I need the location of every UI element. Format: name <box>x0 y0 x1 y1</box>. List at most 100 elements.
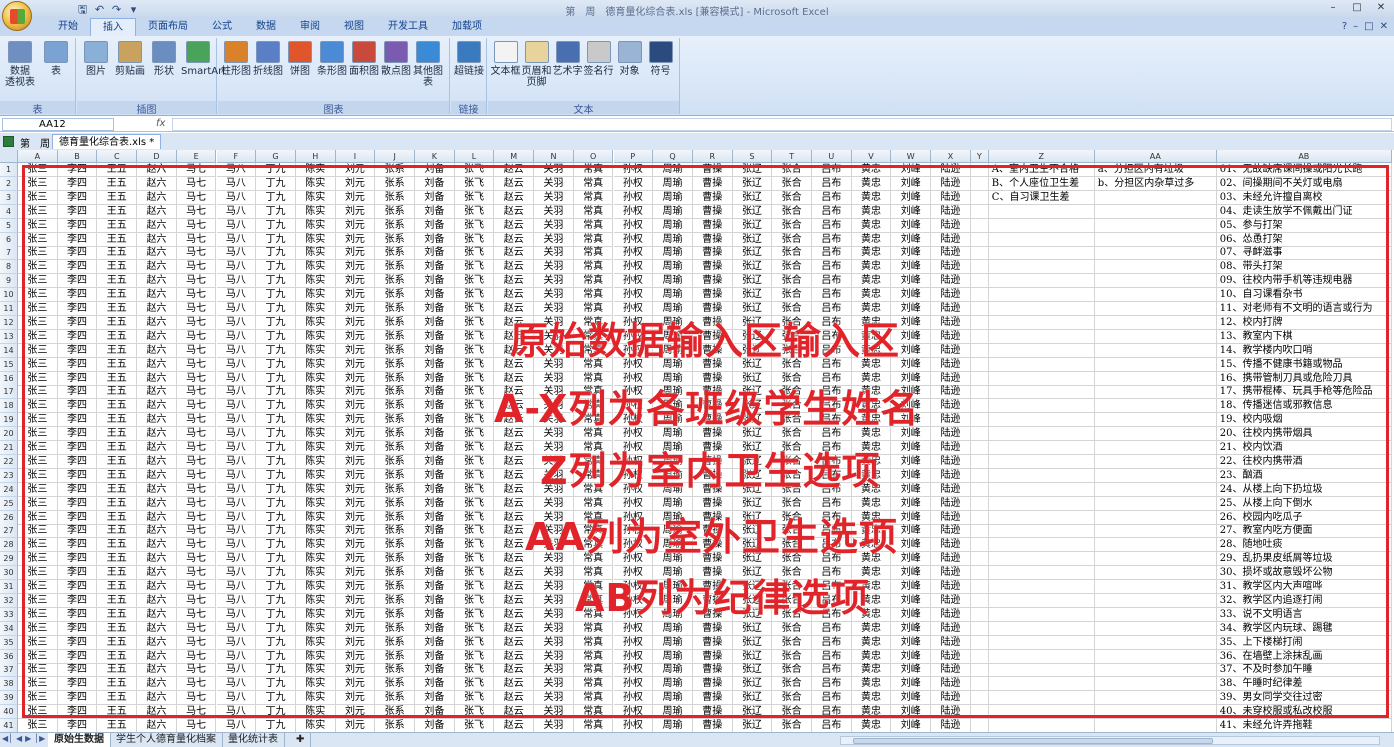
name-cell[interactable]: 王五 <box>97 399 138 414</box>
name-cell[interactable]: 丁九 <box>256 218 296 233</box>
name-cell[interactable]: 刘峰 <box>891 399 932 414</box>
name-cell[interactable]: 张辽 <box>732 302 773 316</box>
name-cell[interactable]: 刘元 <box>335 552 376 567</box>
row-header[interactable]: 40 <box>0 705 18 720</box>
empty-cell[interactable] <box>970 232 989 247</box>
row-header[interactable]: 22 <box>0 454 18 469</box>
name-cell[interactable]: 王五 <box>97 302 138 316</box>
name-cell[interactable]: 马七 <box>176 552 217 567</box>
empty-cell[interactable] <box>970 510 989 525</box>
name-cell[interactable]: 刘备 <box>415 204 455 219</box>
name-cell[interactable]: 赵云 <box>494 510 535 525</box>
name-cell[interactable]: 李四 <box>57 454 98 469</box>
row-header[interactable]: 12 <box>0 315 18 330</box>
name-cell[interactable]: 张合 <box>772 510 812 525</box>
name-cell[interactable]: 张系 <box>375 482 415 497</box>
tab-1[interactable]: 插入 <box>90 18 136 36</box>
name-cell[interactable]: 李四 <box>57 302 98 316</box>
name-cell[interactable]: 陆逊 <box>931 246 971 261</box>
ribbon-button-1-1[interactable]: 剪贴画 <box>113 41 147 77</box>
name-cell[interactable]: 马七 <box>176 468 217 483</box>
name-cell[interactable]: 刘峰 <box>891 705 932 720</box>
z-option-cell[interactable] <box>988 343 1095 358</box>
name-cell[interactable]: 关羽 <box>534 163 574 177</box>
name-cell[interactable]: 刘元 <box>335 496 376 511</box>
name-cell[interactable]: 张飞 <box>454 496 495 511</box>
name-cell[interactable]: 周瑜 <box>653 315 693 330</box>
aa-option-cell[interactable] <box>1094 302 1217 316</box>
name-cell[interactable]: 张辽 <box>732 385 773 400</box>
name-cell[interactable]: 赵云 <box>494 649 535 664</box>
name-cell[interactable]: 周瑜 <box>653 288 693 303</box>
name-cell[interactable]: 吕布 <box>812 399 852 414</box>
name-cell[interactable]: 关羽 <box>534 441 574 455</box>
aa-option-cell[interactable] <box>1094 691 1217 706</box>
name-cell[interactable]: 马八 <box>216 204 257 219</box>
name-cell[interactable]: 马八 <box>216 315 257 330</box>
name-cell[interactable]: 王五 <box>97 357 138 372</box>
name-cell[interactable]: 刘备 <box>415 524 455 539</box>
name-cell[interactable]: 张辽 <box>732 204 773 219</box>
name-cell[interactable]: 张三 <box>18 607 58 622</box>
name-cell[interactable]: 王五 <box>97 538 138 553</box>
name-cell[interactable]: 黄忠 <box>851 302 892 316</box>
name-cell[interactable]: 黄忠 <box>851 649 892 664</box>
name-cell[interactable]: 张系 <box>375 176 415 191</box>
name-cell[interactable]: 赵六 <box>137 593 177 608</box>
name-cell[interactable]: 赵六 <box>137 552 177 567</box>
name-cell[interactable]: 吕布 <box>812 663 852 678</box>
row-header[interactable]: 9 <box>0 274 18 289</box>
name-cell[interactable]: 关羽 <box>534 232 574 247</box>
name-cell[interactable]: 马七 <box>176 635 217 650</box>
name-cell[interactable]: 赵六 <box>137 232 177 247</box>
name-cell[interactable]: 马八 <box>216 385 257 400</box>
name-cell[interactable]: 赵六 <box>137 218 177 233</box>
name-cell[interactable]: 陈实 <box>295 510 336 525</box>
name-cell[interactable]: 马七 <box>177 719 217 732</box>
name-cell[interactable]: 马八 <box>216 274 257 289</box>
name-cell[interactable]: 张飞 <box>454 176 495 191</box>
name-cell[interactable]: 吕布 <box>812 204 852 219</box>
name-cell[interactable]: 马八 <box>216 260 257 275</box>
column-header-N[interactable]: N <box>534 150 574 163</box>
name-cell[interactable]: 黄忠 <box>851 482 892 497</box>
name-cell[interactable]: 吕布 <box>812 218 852 233</box>
name-cell[interactable]: 赵六 <box>137 371 177 386</box>
name-cell[interactable]: 吕布 <box>812 232 852 247</box>
name-cell[interactable]: 马八 <box>216 441 257 455</box>
name-cell[interactable]: 张系 <box>375 677 415 692</box>
ab-option-cell[interactable]: 17、携带棍棒、玩具手枪等危险品 <box>1216 385 1392 400</box>
name-cell[interactable]: 丁九 <box>256 454 296 469</box>
name-cell[interactable]: 张飞 <box>454 468 495 483</box>
row-header[interactable]: 38 <box>0 677 18 692</box>
name-cell[interactable]: 刘备 <box>415 163 455 177</box>
name-cell[interactable]: 张合 <box>772 232 812 247</box>
name-cell[interactable]: 吕布 <box>812 260 852 275</box>
empty-cell[interactable] <box>970 691 989 706</box>
ab-option-cell[interactable]: 29、乱扔果皮纸屑等垃圾 <box>1216 552 1392 567</box>
name-cell[interactable]: 李四 <box>57 232 98 247</box>
name-cell[interactable]: 马八 <box>216 288 257 303</box>
name-cell[interactable]: 赵六 <box>137 343 177 358</box>
name-cell[interactable]: 陈实 <box>295 413 336 428</box>
name-cell[interactable]: 陆逊 <box>931 399 971 414</box>
name-cell[interactable]: 刘备 <box>415 343 455 358</box>
name-cell[interactable]: 王五 <box>97 246 138 261</box>
name-cell[interactable]: 常真 <box>573 593 614 608</box>
name-cell[interactable]: 刘峰 <box>891 482 932 497</box>
name-cell[interactable]: 王五 <box>97 482 138 497</box>
name-cell[interactable]: 张飞 <box>454 427 495 442</box>
name-cell[interactable]: 曹操 <box>692 635 733 650</box>
name-cell[interactable]: 周瑜 <box>653 677 693 692</box>
name-cell[interactable]: 陈实 <box>296 719 336 732</box>
z-option-cell[interactable] <box>988 454 1095 469</box>
row-header[interactable]: 35 <box>0 635 18 650</box>
name-cell[interactable]: 关羽 <box>534 496 574 511</box>
ab-option-cell[interactable]: 22、往校内携带酒 <box>1216 454 1392 469</box>
ab-option-cell[interactable]: 30、损坏或故意毁坏公物 <box>1216 566 1392 581</box>
name-cell[interactable]: 陈实 <box>295 538 336 553</box>
name-cell[interactable]: 丁九 <box>256 427 296 442</box>
name-cell[interactable]: 刘元 <box>335 302 376 316</box>
aa-option-cell[interactable] <box>1094 566 1217 581</box>
aa-option-cell[interactable] <box>1094 510 1217 525</box>
